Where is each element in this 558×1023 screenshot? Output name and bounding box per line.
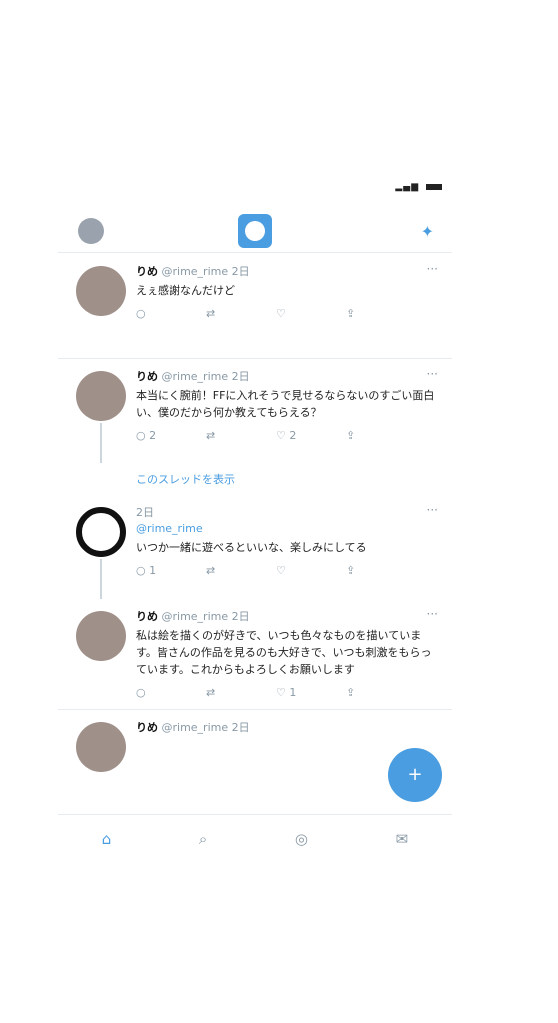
tweet-actions: ○ 1 ⇄ ♡ ⇪ bbox=[136, 564, 386, 577]
like-icon[interactable]: ♡ bbox=[276, 564, 316, 577]
reply-icon[interactable]: ○ bbox=[136, 686, 176, 699]
avatar[interactable] bbox=[76, 611, 126, 661]
tweet-header: りめ @rime_rime 2日 bbox=[136, 369, 438, 385]
tweet-actions: ○ ⇄ ♡ 1 ⇪ bbox=[136, 686, 386, 699]
more-icon[interactable]: ··· bbox=[427, 607, 438, 621]
avatar[interactable] bbox=[76, 722, 126, 772]
avatar[interactable] bbox=[76, 507, 126, 557]
share-icon[interactable]: ⇪ bbox=[346, 686, 386, 699]
timestamp: 2日 bbox=[231, 610, 250, 623]
timestamp: 2日 bbox=[231, 370, 250, 383]
battery-icon bbox=[426, 183, 442, 190]
reply-icon[interactable]: ○ bbox=[136, 307, 176, 320]
more-icon[interactable]: ··· bbox=[427, 503, 438, 517]
share-icon[interactable]: ⇪ bbox=[346, 564, 386, 577]
reply-icon[interactable]: ○ 2 bbox=[136, 429, 176, 442]
handle: @rime_rime bbox=[161, 721, 229, 734]
thread-line bbox=[100, 559, 102, 599]
reply-to-label: @rime_rime bbox=[136, 521, 438, 537]
show-thread-link[interactable]: このスレッドを表示 bbox=[58, 463, 452, 495]
display-name[interactable]: りめ bbox=[136, 610, 158, 623]
tweet-actions: ○ ⇄ ♡ ⇪ bbox=[136, 307, 386, 320]
tweet-text: 本当にく腕前！FFに入れそうで見せるならないのすごい面白い、僕のだから何か教えて… bbox=[136, 389, 435, 419]
home-logo[interactable] bbox=[238, 214, 272, 248]
tweet-text: 私は絵を描くのが好きで、いつも色々なものを描いています。皆さんの作品を見るのも大… bbox=[136, 629, 432, 676]
display-name[interactable]: りめ bbox=[136, 265, 158, 278]
handle: @rime_rime bbox=[161, 265, 229, 278]
phone-screen: ▂▄▆ ✦ りめ @rime_rime 2日 ··· えぇ感謝なんだけど ○ ⇄… bbox=[58, 168, 452, 863]
timeline-feed: りめ @rime_rime 2日 ··· えぇ感謝なんだけど ○ ⇄ ♡ ⇪ り… bbox=[58, 254, 452, 815]
reply-to-handle[interactable]: @rime_rime bbox=[136, 522, 203, 535]
signal-icon: ▂▄▆ bbox=[395, 182, 420, 192]
handle: @rime_rime bbox=[161, 370, 229, 383]
sparkle-icon[interactable]: ✦ bbox=[421, 222, 434, 241]
retweet-icon[interactable]: ⇄ bbox=[206, 307, 246, 320]
avatar[interactable] bbox=[76, 371, 126, 421]
compose-button[interactable]: + bbox=[388, 748, 442, 802]
tweet-actions: ○ 2 ⇄ ♡ 2 ⇪ bbox=[136, 429, 386, 442]
tweet-1[interactable]: りめ @rime_rime 2日 ··· えぇ感謝なんだけど ○ ⇄ ♡ ⇪ bbox=[58, 254, 452, 359]
handle: @rime_rime bbox=[161, 610, 229, 623]
bottom-tab-bar: ⌂ ⌕ ◎ ✉ bbox=[58, 814, 452, 863]
timestamp: 2日 bbox=[136, 506, 154, 519]
retweet-icon[interactable]: ⇄ bbox=[206, 429, 246, 442]
like-icon[interactable]: ♡ 2 bbox=[276, 429, 316, 442]
top-header: ✦ bbox=[58, 210, 452, 253]
retweet-icon[interactable]: ⇄ bbox=[206, 686, 246, 699]
avatar[interactable] bbox=[76, 266, 126, 316]
more-icon[interactable]: ··· bbox=[427, 262, 438, 276]
tweet-header: りめ @rime_rime 2日 bbox=[136, 720, 438, 736]
profile-avatar[interactable] bbox=[78, 218, 104, 244]
tweet-3[interactable]: 2日 ··· @rime_rime いつか一緒に遊べるといいな、楽しみにしてる … bbox=[58, 495, 452, 599]
like-icon[interactable]: ♡ 1 bbox=[276, 686, 316, 699]
more-icon[interactable]: ··· bbox=[427, 367, 438, 381]
tweet-text: いつか一緒に遊べるといいな、楽しみにしてる bbox=[136, 541, 367, 554]
tweet-4[interactable]: りめ @rime_rime 2日 ··· 私は絵を描くのが好きで、いつも色々なも… bbox=[58, 599, 452, 710]
tweet-header: 2日 bbox=[136, 505, 438, 521]
display-name[interactable]: りめ bbox=[136, 370, 158, 383]
messages-tab-icon[interactable]: ✉ bbox=[396, 830, 409, 848]
thread-line bbox=[100, 423, 102, 463]
retweet-icon[interactable]: ⇄ bbox=[206, 564, 246, 577]
timestamp: 2日 bbox=[231, 721, 250, 734]
tweet-header: りめ @rime_rime 2日 bbox=[136, 609, 438, 625]
search-tab-icon[interactable]: ⌕ bbox=[199, 830, 207, 848]
status-bar: ▂▄▆ bbox=[395, 182, 442, 192]
like-icon[interactable]: ♡ bbox=[276, 307, 316, 320]
home-tab-icon[interactable]: ⌂ bbox=[102, 830, 112, 848]
display-name[interactable]: りめ bbox=[136, 721, 158, 734]
reply-icon[interactable]: ○ 1 bbox=[136, 564, 176, 577]
notifications-tab-icon[interactable]: ◎ bbox=[295, 830, 308, 848]
tweet-header: りめ @rime_rime 2日 bbox=[136, 264, 438, 280]
share-icon[interactable]: ⇪ bbox=[346, 307, 386, 320]
share-icon[interactable]: ⇪ bbox=[346, 429, 386, 442]
tweet-text: えぇ感謝なんだけど bbox=[136, 284, 235, 297]
timestamp: 2日 bbox=[231, 265, 250, 278]
tweet-2[interactable]: りめ @rime_rime 2日 ··· 本当にく腕前！FFに入れそうで見せるな… bbox=[58, 359, 452, 463]
